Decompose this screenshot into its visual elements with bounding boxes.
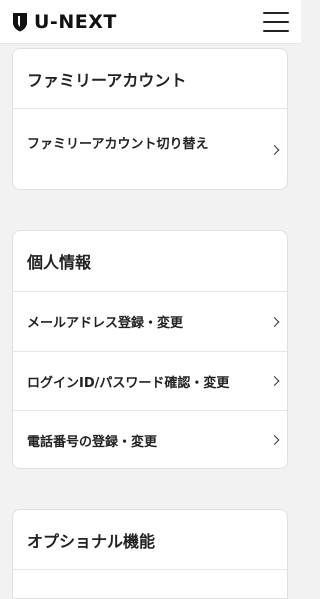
item-label: ログインID/パスワード確認・変更 [27,375,230,391]
family-account-card: ファミリーアカウント ファミリーアカウント切り替え [12,48,288,190]
item-label: 電話番号の登録・変更 [27,434,158,450]
personal-info-card: 個人情報 メールアドレス登録・変更 ログインID/パスワード確認・変更 電話番号… [12,230,288,469]
item-label: ファミリーアカウント切り替え [27,137,209,152]
section-title: ファミリーアカウント [13,49,287,109]
app-header: U-NEXT [0,0,301,44]
family-account-switch-item[interactable]: ファミリーアカウント切り替え [13,109,287,189]
shield-logo-icon [13,13,27,32]
logo-text: U-NEXT [34,11,117,33]
hamburger-menu-button[interactable] [263,12,289,32]
optional-features-card: オプショナル機能 [12,509,288,599]
menu-line [263,21,289,23]
menu-line [263,30,289,32]
menu-line [263,12,289,14]
section-title: 個人情報 [13,231,287,292]
section-title: オプショナル機能 [13,510,287,570]
email-register-change-item[interactable]: メールアドレス登録・変更 [13,292,287,352]
u-next-logo[interactable]: U-NEXT [12,11,117,33]
item-label: メールアドレス登録・変更 [27,316,184,331]
phone-number-item[interactable]: 電話番号の登録・変更 [13,411,287,468]
chevron-right-icon [269,145,280,155]
login-id-password-item[interactable]: ログインID/パスワード確認・変更 [13,352,287,411]
chevron-right-icon [269,316,280,327]
chevron-right-icon [269,376,280,386]
chevron-right-icon [269,435,280,445]
